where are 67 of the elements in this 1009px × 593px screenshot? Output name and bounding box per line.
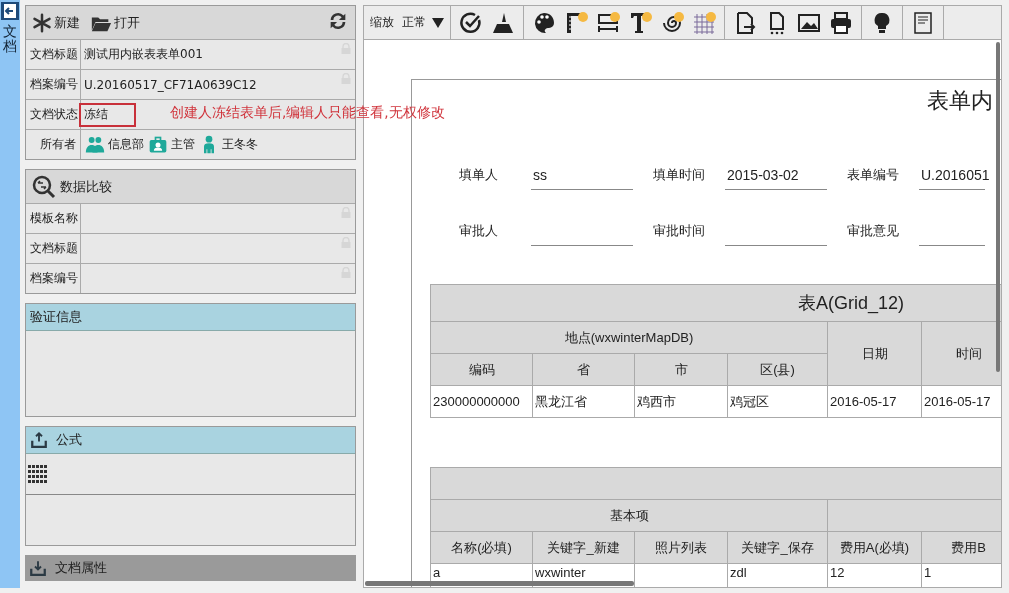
download-icon (29, 559, 47, 577)
field-label: 文档标题 (26, 40, 81, 69)
people-icon (85, 134, 105, 155)
form-label: 填单时间 (653, 166, 706, 184)
table-title: 表A(Grid_12) (430, 284, 1001, 322)
field-label: 文档标题 (26, 234, 81, 263)
annotation-text: 创建人冻结表单后,编辑人只能查看,无权修改 (170, 104, 445, 122)
table-cell: 鸡冠区 (727, 385, 828, 418)
table-cell: 黑龙江省 (532, 385, 635, 418)
new-button[interactable]: 新建 (32, 12, 86, 33)
column-header: 关键字_新建 (532, 531, 635, 564)
scrollbar[interactable] (996, 42, 1000, 372)
panel-title: 验证信息 (30, 308, 82, 326)
form-input[interactable]: ss (531, 156, 633, 190)
zoom-dropdown[interactable]: 缩放 正常 (364, 6, 451, 39)
field-label: 所有者 (26, 130, 81, 159)
column-group-header: 基本项 (430, 499, 828, 532)
form-label: 表单编号 (847, 166, 900, 184)
owner-name: 主管 (171, 136, 195, 153)
table-cell: 2016-05-17 (921, 385, 1001, 418)
table-cell: zdl (727, 563, 828, 587)
form-label: 审批人 (459, 222, 499, 240)
briefcase-icon (148, 134, 168, 155)
open-button[interactable]: 打开 (90, 11, 146, 34)
form-input[interactable]: 2015-03-02 (725, 156, 827, 190)
form-label: 填单人 (459, 166, 499, 184)
column-header: 费用A(必填) (827, 531, 922, 564)
column-header: 市 (634, 353, 728, 386)
form-label: 审批时间 (653, 222, 706, 240)
sidebar-tab[interactable]: 文档 (3, 24, 17, 55)
panel-title: 数据比较 (60, 177, 112, 196)
upload-icon (30, 431, 48, 449)
column-header: 费用B (921, 531, 1001, 564)
column-header: 区(县) (727, 353, 828, 386)
form-label: 审批意见 (847, 222, 900, 240)
panel-title: 文档属性 (55, 559, 107, 577)
asterisk-icon (32, 12, 52, 33)
owner-name: 王冬冬 (222, 136, 258, 153)
table-cell: 230000000000 (430, 385, 533, 418)
form-title: 表单内 (927, 88, 993, 113)
grid-icon[interactable] (28, 464, 48, 484)
column-header: 照片列表 (634, 531, 728, 564)
panel-header[interactable]: 文档属性 (25, 555, 356, 581)
table-cell: 鸡西市 (634, 385, 728, 418)
panel-header[interactable]: 公式 (26, 427, 355, 454)
field-label: 文档状态 (26, 100, 81, 129)
field-label: 档案编号 (26, 70, 81, 99)
column-header: 名称(必填) (430, 531, 533, 564)
column-header: 关键字_保存 (727, 531, 828, 564)
field-value: 测试用内嵌表表单001 (83, 46, 203, 63)
field-value: U.20160517_CF71A0639C12 (83, 77, 257, 92)
panel-header[interactable]: 验证信息 (26, 304, 355, 331)
status-value: 冻结 (79, 102, 136, 127)
field-label: 档案编号 (26, 264, 81, 293)
column-header: 日期 (827, 321, 922, 386)
owner-name: 信息部 (108, 136, 144, 153)
compare-search-icon (32, 174, 56, 199)
column-header: 时间 (921, 321, 1001, 386)
column-header: 省 (532, 353, 635, 386)
caret-icon (431, 17, 444, 28)
field-label: 模板名称 (26, 204, 81, 233)
table-cell: 2016-05-17 (827, 385, 922, 418)
column-group-header: 地点(wxwinterMapDB) (430, 321, 828, 354)
back-icon[interactable] (1, 2, 19, 20)
panel-title: 公式 (56, 431, 82, 449)
column-header: 编码 (430, 353, 533, 386)
scrollbar[interactable] (365, 581, 634, 586)
